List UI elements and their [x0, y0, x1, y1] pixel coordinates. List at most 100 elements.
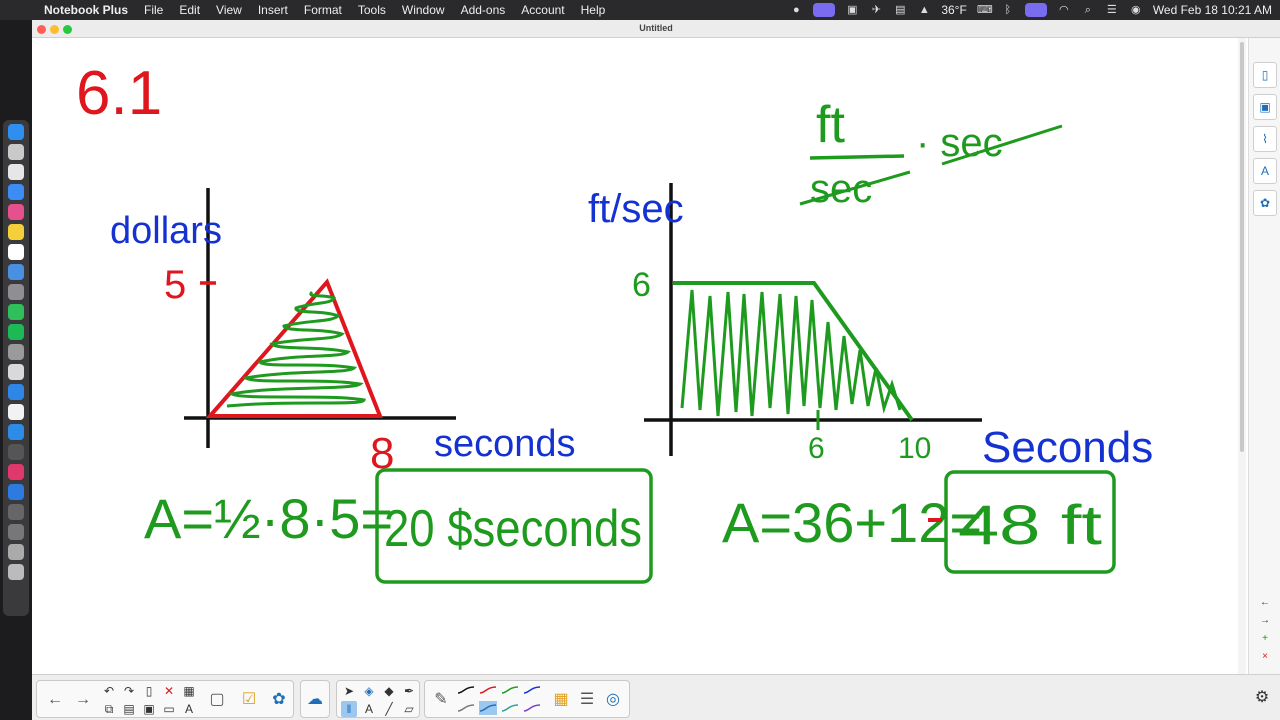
scrollbar-thumb[interactable] — [1240, 42, 1244, 452]
page-sorter-icon[interactable]: ▯ — [1253, 62, 1277, 88]
clock-datetime[interactable]: Wed Feb 18 10:21 AM — [1153, 3, 1272, 17]
notebook-status-icon[interactable]: ▤ — [893, 4, 907, 16]
color-palette-icon[interactable]: ▦ — [549, 688, 573, 712]
add-ons-tab-icon[interactable]: ✿ — [1253, 190, 1277, 216]
line-icon[interactable]: ╱ — [381, 701, 397, 717]
text-icon[interactable]: A — [361, 701, 377, 717]
settings-gear-icon[interactable]: ⚙ — [1252, 688, 1272, 708]
pen-blue-swatch[interactable] — [523, 683, 541, 697]
pen-icon[interactable]: ✎ — [429, 688, 453, 712]
forward-arrow-icon[interactable]: → — [71, 688, 95, 712]
pen-black-swatch[interactable] — [457, 683, 475, 697]
record-icon[interactable]: ● — [789, 4, 803, 16]
menu-tools[interactable]: Tools — [350, 0, 394, 20]
siri-icon[interactable]: ◉ — [1129, 4, 1143, 16]
eraser-icon[interactable]: ▱ — [401, 701, 417, 717]
lumio-icon[interactable]: ☁ — [303, 688, 327, 712]
weather-icon[interactable]: ▲ — [917, 4, 931, 16]
line-properties-icon[interactable]: ☰ — [575, 688, 599, 712]
attachments-icon[interactable]: ⌇ — [1253, 126, 1277, 152]
menu-edit[interactable]: Edit — [171, 0, 208, 20]
clock-icon[interactable] — [8, 244, 24, 260]
wifi-icon[interactable]: ◠ — [1057, 4, 1071, 16]
telegram-icon[interactable] — [8, 424, 24, 440]
notebook-app-icon[interactable] — [8, 384, 24, 400]
fill-properties-icon[interactable]: ◎ — [601, 688, 625, 712]
menu-format[interactable]: Format — [296, 0, 350, 20]
preview-icon[interactable] — [8, 364, 24, 380]
copy-page-icon[interactable]: ⧉ — [101, 701, 117, 717]
utility-icon[interactable] — [8, 344, 24, 360]
pen-purple-swatch[interactable] — [523, 701, 541, 715]
pen-highlighter-swatch[interactable] — [501, 701, 519, 715]
spotify-icon[interactable] — [8, 324, 24, 340]
menu-view[interactable]: View — [208, 0, 250, 20]
page-icon[interactable]: ▯ — [141, 683, 157, 699]
undo-icon[interactable]: ↶ — [101, 683, 117, 699]
weather-temperature[interactable]: 36°F — [941, 3, 966, 17]
xd-icon[interactable] — [8, 444, 24, 460]
app-menu[interactable]: Notebook Plus — [36, 0, 136, 20]
properties-icon[interactable]: A — [1253, 158, 1277, 184]
camera-icon[interactable] — [8, 144, 24, 160]
menu-add-ons[interactable]: Add-ons — [453, 0, 514, 20]
mail-icon[interactable] — [8, 264, 24, 280]
control-center-icon[interactable]: ☰ — [1105, 4, 1119, 16]
response-icon[interactable]: ☑ — [237, 688, 261, 712]
next-page-icon[interactable]: → — [1258, 614, 1272, 628]
table-icon[interactable]: ▦ — [181, 683, 197, 699]
launchpad-icon[interactable] — [8, 164, 24, 180]
trash-icon[interactable] — [8, 564, 24, 580]
notes-icon[interactable] — [8, 224, 24, 240]
menu-bar-status-area: ● ▣ ✈ ▤ ▲ 36°F ⌨ ᛒ ◠ ⌕ ☰ ◉ Wed Feb 18 10… — [789, 0, 1272, 20]
menu-window[interactable]: Window — [394, 0, 453, 20]
select-icon[interactable]: ➤ — [341, 683, 357, 699]
text-style-icon[interactable]: A — [181, 701, 197, 717]
app-status-icon[interactable]: ▣ — [845, 4, 859, 16]
menu-file[interactable]: File — [136, 0, 171, 20]
finder-icon[interactable] — [8, 124, 24, 140]
menu-help[interactable]: Help — [573, 0, 614, 20]
paste-icon[interactable]: ▤ — [121, 701, 137, 717]
pen-red-swatch[interactable] — [479, 683, 497, 697]
menu-insert[interactable]: Insert — [250, 0, 296, 20]
menu-account[interactable]: Account — [513, 0, 572, 20]
keyboard-icon[interactable]: ⌨ — [977, 4, 993, 16]
airplane-icon[interactable]: ✈ — [869, 4, 883, 16]
delete-page-icon[interactable]: × — [1258, 650, 1272, 664]
redo-icon[interactable]: ↷ — [121, 683, 137, 699]
pen-tool-icon[interactable]: ǁ — [341, 701, 357, 717]
app-store-icon[interactable] — [8, 484, 24, 500]
delete-icon[interactable]: ✕ — [161, 683, 177, 699]
photos-icon[interactable] — [8, 204, 24, 220]
documents-icon[interactable] — [8, 544, 24, 560]
system-settings-icon[interactable] — [8, 284, 24, 300]
magic-pen-icon[interactable]: ✒ — [401, 683, 417, 699]
add-page-icon[interactable]: + — [1258, 632, 1272, 646]
folder-icon[interactable] — [8, 504, 24, 520]
save-icon[interactable]: ▣ — [141, 701, 157, 717]
pen-gray-swatch[interactable] — [457, 701, 475, 715]
chrome-icon[interactable] — [8, 404, 24, 420]
shapes-icon[interactable]: ◈ — [361, 683, 377, 699]
screen-shade-icon[interactable]: ▢ — [205, 688, 229, 712]
phone-icon[interactable] — [8, 184, 24, 200]
search-icon[interactable]: ⌕ — [1081, 4, 1095, 16]
downloads-icon[interactable] — [8, 524, 24, 540]
screen-share-icon[interactable] — [813, 3, 836, 17]
vertical-scrollbar[interactable] — [1238, 38, 1246, 674]
gallery-icon[interactable]: ▣ — [1253, 94, 1277, 120]
messages-icon[interactable] — [8, 304, 24, 320]
fill-icon[interactable]: ◆ — [381, 683, 397, 699]
back-arrow-icon[interactable]: ← — [43, 688, 67, 712]
media-icon[interactable] — [8, 464, 24, 480]
bluetooth-icon[interactable]: ᛒ — [1001, 4, 1015, 16]
whiteboard-canvas[interactable]: 6.1 dollars 5 8 seconds A=½·8·5= 20 $sec… — [32, 38, 1237, 674]
screen-capture-icon[interactable]: ▭ — [161, 701, 177, 717]
pen-selected-swatch[interactable] — [479, 701, 497, 715]
pen-green-swatch[interactable] — [501, 683, 519, 697]
stage-manager-icon[interactable] — [1024, 3, 1047, 17]
previous-page-icon[interactable]: ← — [1258, 596, 1272, 610]
right-graph: ft/sec 6 6 10 Seconds — [588, 183, 1153, 472]
add-ons-icon[interactable]: ✿ — [267, 688, 291, 712]
